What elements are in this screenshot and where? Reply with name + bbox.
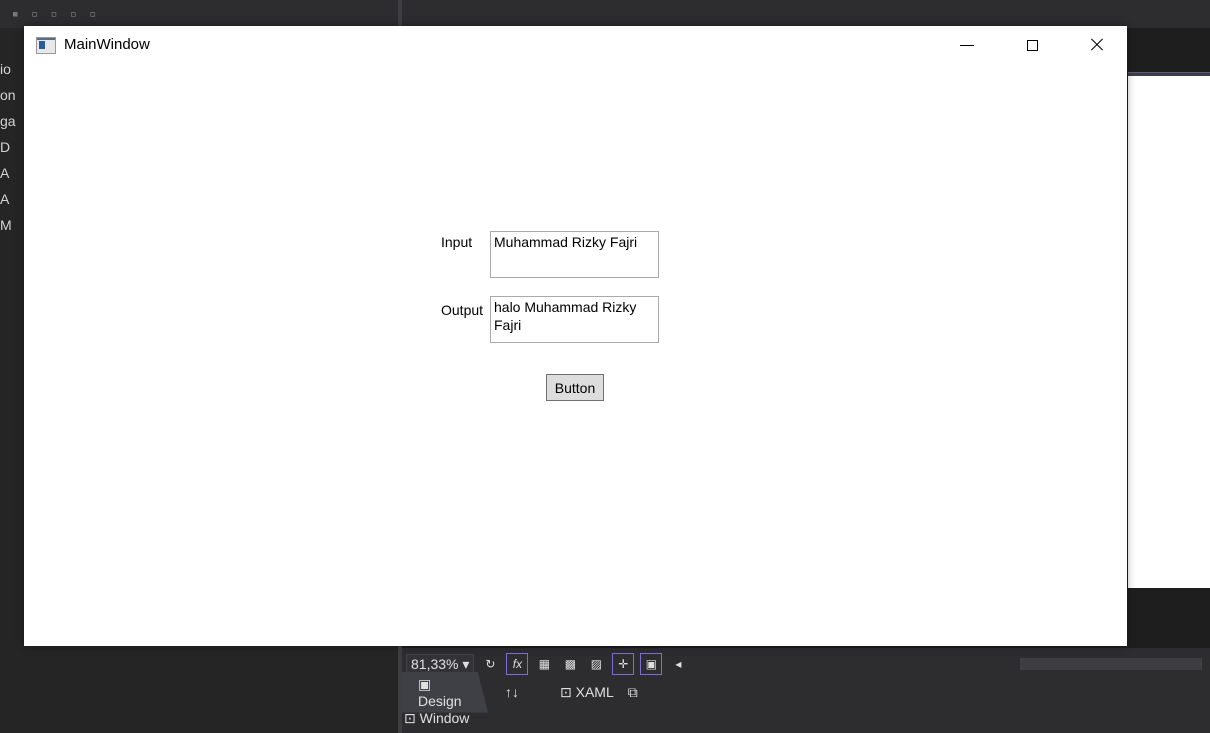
snap-lines-icon[interactable]: ✛	[612, 653, 635, 675]
minimize-button[interactable]	[944, 30, 990, 60]
close-button[interactable]	[1074, 30, 1120, 60]
tree-item[interactable]: io	[0, 56, 22, 82]
ide-top-toolbar: ▪ ▫ ▫ ▫ ▫	[0, 0, 1210, 28]
zoom-dropdown[interactable]: 81,33% ▾	[406, 653, 475, 675]
tab-design-label: Design	[418, 692, 462, 709]
refresh-icon[interactable]: ↻	[480, 654, 500, 674]
ide-toolbar-icons: ▪ ▫ ▫ ▫ ▫	[12, 4, 100, 24]
scroll-left-icon[interactable]: ◂	[668, 654, 688, 674]
designer-view-tabs: ▣ Design ↑↓ ⊡ XAML ⧉	[402, 671, 638, 713]
app-window-icon	[36, 37, 56, 54]
tree-item[interactable]: M	[0, 212, 22, 238]
swap-panes-icon[interactable]: ↑↓	[502, 684, 522, 700]
horizontal-scrollbar[interactable]	[1020, 658, 1202, 670]
popout-xaml-icon[interactable]: ⧉	[628, 684, 638, 701]
window-title-bar[interactable]: MainWindow	[24, 26, 1127, 64]
ide-solution-tree-fragment: io on ga D A A M	[0, 56, 22, 238]
ide-right-panel	[1128, 76, 1210, 588]
maximize-icon	[1026, 39, 1038, 51]
output-textbox[interactable]: halo Muhammad Rizky Fajri	[490, 296, 659, 343]
tab-xaml[interactable]: ⊡ XAML	[560, 684, 614, 701]
breadcrumb-label: Window	[419, 710, 470, 726]
tree-item[interactable]: A	[0, 186, 22, 212]
effects-icon[interactable]: fx	[506, 653, 529, 675]
zoom-value: 81,33%	[411, 655, 459, 672]
tree-item[interactable]: ga	[0, 108, 22, 134]
tree-item[interactable]: A	[0, 160, 22, 186]
tree-item[interactable]: D	[0, 134, 22, 160]
input-textbox[interactable]: Muhammad Rizky Fajri	[490, 231, 659, 278]
tab-xaml-label: XAML	[575, 683, 614, 700]
output-label: Output	[441, 302, 484, 318]
grid-icon[interactable]: ▦	[534, 654, 554, 674]
snap-grid-icon[interactable]: ▩	[560, 654, 580, 674]
tree-item[interactable]: on	[0, 82, 22, 108]
device-preview-icon[interactable]: ▣	[640, 653, 663, 675]
breadcrumb[interactable]: ⊡ Window	[404, 710, 469, 727]
window-title: MainWindow	[64, 36, 150, 53]
submit-button[interactable]: Button	[546, 374, 604, 401]
tab-design[interactable]: ▣ Design	[402, 671, 488, 713]
checkerboard-icon[interactable]: ▨	[586, 654, 606, 674]
main-window: MainWindow Input Muhammad Rizky Fajri Ou…	[24, 26, 1127, 646]
minimize-icon	[960, 44, 974, 46]
maximize-button[interactable]	[1009, 30, 1055, 60]
input-label: Input	[441, 234, 473, 250]
close-icon	[1090, 38, 1104, 52]
